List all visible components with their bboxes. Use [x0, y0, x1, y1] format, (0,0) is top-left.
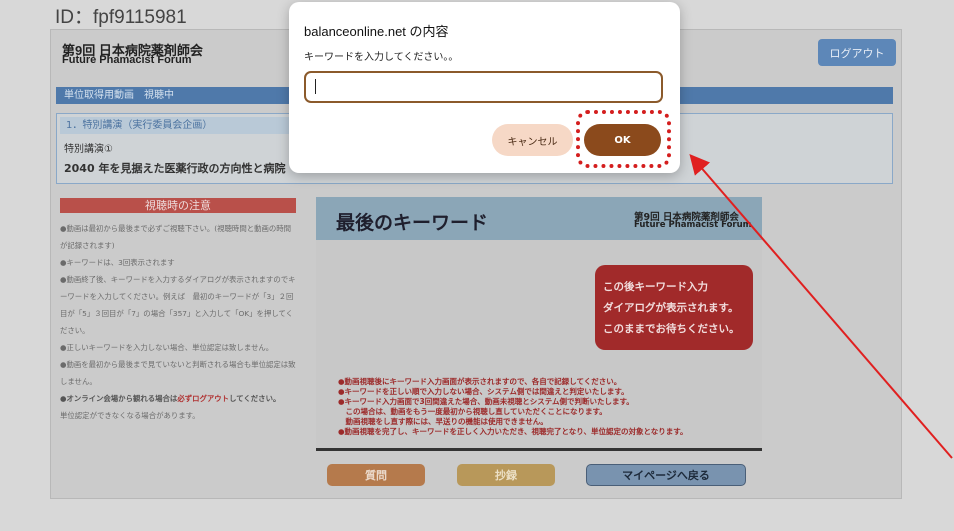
slide-callout: この後キーワード入力 ダイアログが表示されます。 このままでお待ちください。 [595, 265, 753, 350]
slide-note: ●動画視聴後にキーワード入力画面が表示されますので、各自で記録してください。 [338, 377, 622, 386]
keyword-input[interactable] [304, 71, 663, 103]
lecture-title: 2040 年を見据えた医薬行政の方向性と病院 [64, 162, 286, 175]
header-title-en: Future Phamacist Forum [62, 54, 192, 66]
online-prefix: ●オンライン会場から観れる場合は [60, 394, 178, 403]
logout-button[interactable]: ログアウト [818, 39, 896, 66]
notice-item: ●動画を最初から最後まで見ていないと判断される場合も単位認定は致しません。 [60, 360, 296, 386]
text-caret [315, 79, 316, 94]
notice-item-online: ●オンライン会場から観れる場合は必ずログアウトしてください。 [60, 390, 296, 407]
online-suffix: してください。 [229, 394, 281, 403]
notice-item: ●動画終了後、キーワードを入力するダイアログが表示されますのでキーワードを入力し… [60, 275, 296, 335]
callout-line: このままでお待ちください。 [603, 323, 740, 335]
logout-warning: 必ずログアウト [177, 394, 230, 403]
slide-title: 最後のキーワード [336, 212, 489, 234]
callout-line: この後キーワード入力 [603, 281, 708, 293]
abstract-button[interactable]: 抄録 [457, 464, 555, 486]
dialog-message: キーワードを入力してください。。 [304, 52, 459, 63]
notice-heading: 視聴時の注意 [60, 198, 296, 213]
slide-note: ●キーワードを正しい順で入力しない場合、システム側では間違えと判定いたします。 [338, 387, 629, 396]
ok-highlight-circle [576, 110, 671, 168]
slide-notes: ●動画視聴後にキーワード入力画面が表示されますので、各自で記録してください。 ●… [338, 377, 753, 437]
question-button[interactable]: 質問 [327, 464, 425, 486]
dialog-title: balanceonline.net の内容 [304, 24, 449, 39]
notice-item: ●正しいキーワードを入力しない場合、単位認定は致しません。 [60, 343, 274, 352]
slide-note: この場合は、動画をもう一度最初から視聴し直していただくことになります。 [338, 407, 607, 416]
slide-note: 動画視聴をし直す際には、早送りの機能は使用できません。 [338, 417, 548, 426]
cancel-button[interactable]: キャンセル [492, 124, 573, 156]
slide-note: ●キーワード入力画面で3回間違えた場合、動画未視聴とシステム側で判断いたします。 [338, 397, 634, 406]
mypage-button[interactable]: マイページへ戻る [586, 464, 746, 486]
notice-item: ●キーワードは、3回表示されます [60, 258, 175, 267]
user-id-label: ID：fpf9115981 [55, 7, 187, 28]
notice-list: ●動画は最初から最後まで必ずご視聴下さい。(視聴時間と動画の時間が記録されます)… [60, 220, 296, 424]
slide-note: ●動画視聴を完了し、キーワードを正しく入力いただき、視聴完了となり、単位認定の対… [338, 427, 688, 436]
lecture-subtitle: 特別講演① [64, 144, 113, 155]
notice-item: 単位認定ができなくなる場合があります。 [60, 411, 200, 420]
lecture-category: 1．特別講演（実行委員会企画） [60, 117, 290, 134]
slide-brand-en: Future Phamacist Forum [634, 220, 752, 230]
callout-line: ダイアログが表示されます。 [603, 302, 739, 314]
notice-item: ●動画は最初から最後まで必ずご視聴下さい。(視聴時間と動画の時間が記録されます) [60, 224, 292, 250]
